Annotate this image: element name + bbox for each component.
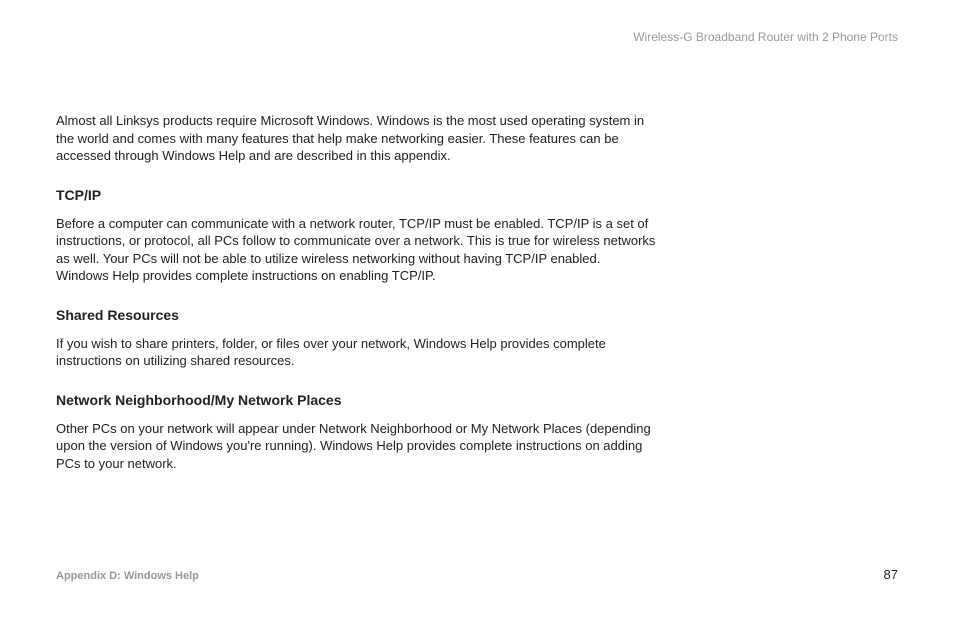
section-body-network-neighborhood: Other PCs on your network will appear un…: [56, 420, 656, 473]
footer-page-number: 87: [884, 567, 898, 582]
section-heading-network-neighborhood: Network Neighborhood/My Network Places: [56, 392, 656, 408]
section-heading-tcpip: TCP/IP: [56, 187, 656, 203]
intro-paragraph: Almost all Linksys products require Micr…: [56, 112, 656, 165]
footer-appendix: Appendix D: Windows Help: [56, 570, 199, 582]
header-title: Wireless-G Broadband Router with 2 Phone…: [633, 30, 898, 44]
main-content: Almost all Linksys products require Micr…: [56, 112, 656, 495]
section-body-tcpip: Before a computer can communicate with a…: [56, 215, 656, 285]
section-body-shared-resources: If you wish to share printers, folder, o…: [56, 335, 656, 370]
document-header: Wireless-G Broadband Router with 2 Phone…: [633, 30, 898, 44]
section-heading-shared-resources: Shared Resources: [56, 307, 656, 323]
